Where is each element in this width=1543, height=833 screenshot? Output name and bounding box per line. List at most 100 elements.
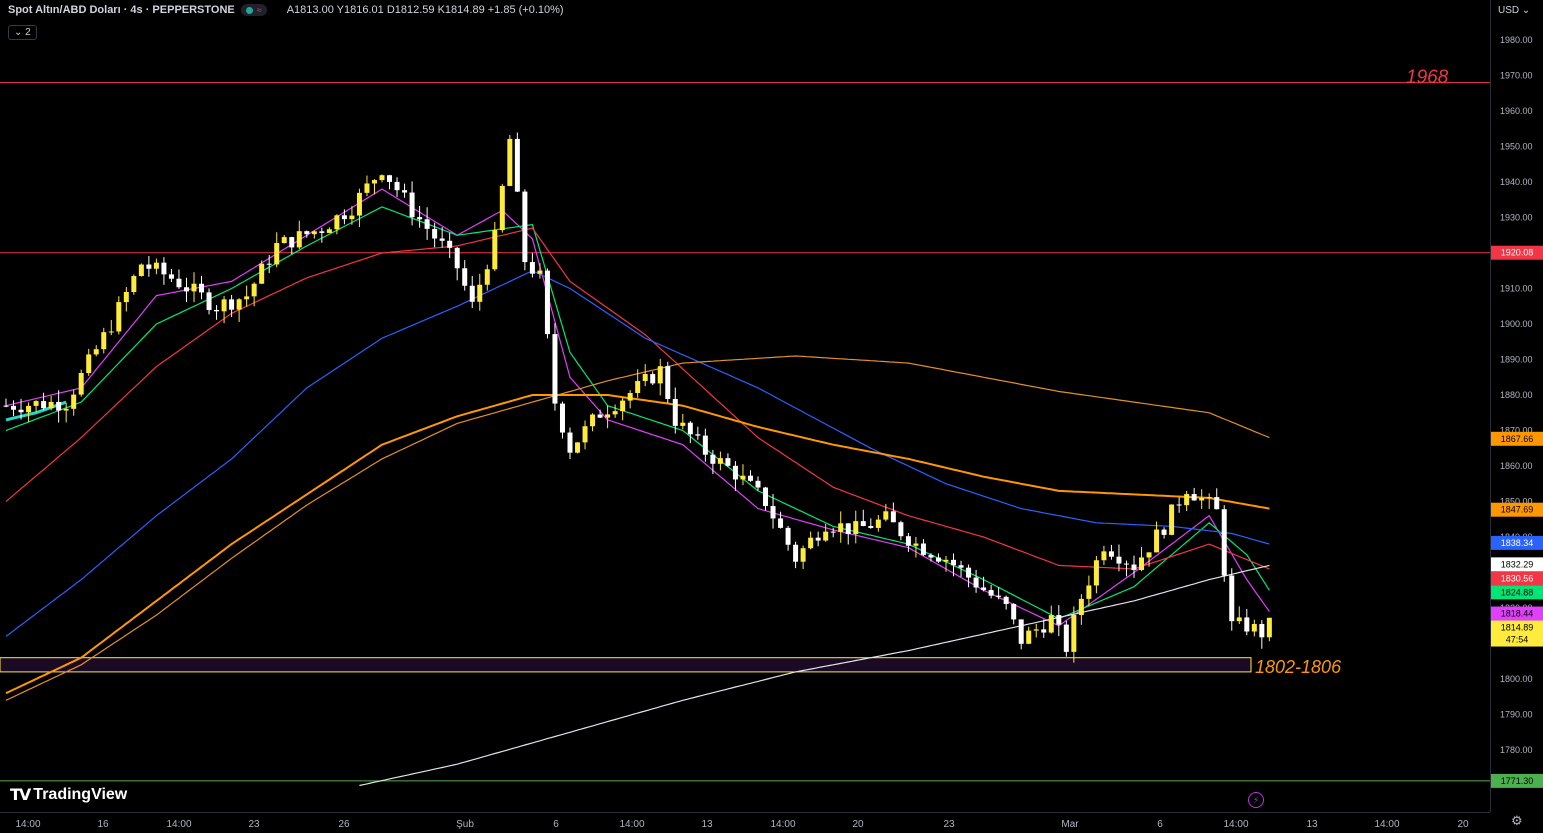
indicator-toggle-button[interactable]: ⌄ 2 bbox=[8, 25, 37, 40]
candle-body bbox=[123, 291, 129, 303]
candle-body bbox=[800, 548, 806, 562]
countdown-label: 47:54 bbox=[1506, 635, 1529, 645]
candle-body bbox=[417, 217, 423, 220]
price-badge-label: 1920.08 bbox=[1501, 248, 1534, 258]
candle-body bbox=[311, 231, 317, 235]
market-open-dot-icon bbox=[245, 6, 253, 14]
settings-gear-icon[interactable]: ⚙ bbox=[1511, 813, 1523, 829]
candle-body bbox=[1259, 624, 1265, 638]
market-status[interactable]: ≈ bbox=[240, 4, 267, 16]
candle-body bbox=[424, 219, 430, 229]
candle-body bbox=[1251, 624, 1257, 632]
candle-body bbox=[1086, 585, 1092, 599]
candle-body bbox=[1063, 624, 1069, 652]
candle-body bbox=[1214, 497, 1220, 510]
candle-body bbox=[529, 262, 535, 274]
time-axis[interactable]: 14:00 16 14:00 23 26 Şub 6 14:00 13 14:00 20 23 Mar 6… bbox=[0, 812, 1490, 833]
candle-body bbox=[845, 523, 851, 535]
candle-body bbox=[567, 432, 573, 453]
lightning-icon[interactable]: ⚡ bbox=[1248, 792, 1264, 808]
candle-body bbox=[1093, 560, 1099, 586]
candle-body bbox=[808, 537, 814, 549]
candle-body bbox=[1101, 551, 1107, 561]
candle-body bbox=[913, 543, 919, 546]
candle-body bbox=[823, 531, 829, 541]
tradingview-logo[interactable]: 𝗧𝗩 TradingView bbox=[10, 785, 127, 805]
tradingview-mark-icon: 𝗧𝗩 bbox=[10, 787, 31, 804]
candle-body bbox=[1206, 497, 1212, 499]
price-axis-ticks: 1780.001790.001800.001810.001820.001830.… bbox=[1500, 35, 1533, 755]
candle-body bbox=[958, 565, 964, 568]
candle-body bbox=[131, 276, 137, 292]
candle-body bbox=[379, 175, 385, 181]
candle-body bbox=[883, 511, 889, 520]
candle-body bbox=[86, 354, 92, 374]
candle-body bbox=[755, 480, 761, 488]
price-badge-label: 1832.29 bbox=[1501, 559, 1534, 569]
candle-body bbox=[725, 458, 731, 466]
candle-body bbox=[868, 525, 874, 528]
price-axis[interactable]: 1780.001790.001800.001810.001820.001830.… bbox=[1490, 0, 1543, 812]
moving-average-line bbox=[5, 188, 1270, 627]
candle-body bbox=[710, 454, 716, 464]
candle-body bbox=[898, 522, 904, 537]
candle-body bbox=[1169, 504, 1175, 535]
candle-body bbox=[409, 192, 415, 218]
candle-body bbox=[627, 393, 633, 401]
moving-average-line bbox=[359, 564, 1270, 787]
symbol-title[interactable]: Spot Altın/ABD Doları · 4s · PEPPERSTONE bbox=[8, 4, 235, 16]
candle-body bbox=[11, 405, 17, 410]
moving-average-line bbox=[5, 206, 1270, 620]
ohlc-values: A1813.00 Y1816.01 D1812.59 K1814.89 +1.8… bbox=[286, 4, 564, 16]
candle-body bbox=[3, 405, 9, 407]
candle-body bbox=[1131, 564, 1137, 571]
candle-body bbox=[740, 475, 746, 480]
candle-body bbox=[1078, 598, 1084, 615]
candle-body bbox=[56, 401, 62, 411]
candle-body bbox=[905, 536, 911, 546]
candle-body bbox=[860, 521, 866, 526]
candle-body bbox=[507, 138, 513, 186]
candle-body bbox=[1056, 615, 1062, 625]
price-tick-label: 1890.00 bbox=[1500, 355, 1533, 365]
candle-body bbox=[544, 270, 550, 335]
candle-body bbox=[612, 411, 618, 415]
candle-body bbox=[966, 567, 972, 578]
price-tick-label: 1800.00 bbox=[1500, 674, 1533, 684]
candle-body bbox=[695, 434, 701, 436]
candle-body bbox=[387, 175, 393, 182]
candle-body bbox=[1199, 498, 1205, 501]
candle-body bbox=[747, 475, 753, 481]
moving-average-line bbox=[5, 355, 1270, 701]
time-tick-label: 14:00 bbox=[15, 819, 40, 830]
candle-body bbox=[793, 544, 799, 562]
candle-body bbox=[206, 292, 212, 310]
candle-body bbox=[319, 231, 325, 233]
price-tick-label: 1790.00 bbox=[1500, 710, 1533, 720]
zone-label: 1802-1806 bbox=[1255, 657, 1342, 677]
candle-body bbox=[1026, 630, 1032, 644]
candle-body bbox=[657, 366, 663, 384]
candle-body bbox=[1116, 556, 1122, 564]
candle-body bbox=[439, 238, 445, 241]
candle-body bbox=[537, 270, 543, 274]
candle-body bbox=[33, 401, 39, 406]
candle-body bbox=[259, 263, 265, 284]
candle-body bbox=[522, 191, 528, 263]
candlesticks bbox=[3, 132, 1272, 663]
candle-body bbox=[402, 190, 408, 193]
candle-body bbox=[650, 374, 656, 384]
candle-body bbox=[1011, 603, 1017, 620]
candle-body bbox=[853, 521, 859, 535]
candle-body bbox=[326, 229, 332, 233]
price-tick-label: 1980.00 bbox=[1500, 35, 1533, 45]
time-axis-ticks: 14:00 16 14:00 23 26 Şub 6 14:00 13 14:00 20 23 Mar 6… bbox=[15, 819, 1469, 830]
price-chart[interactable]: 1968 1802-1806 bbox=[0, 0, 1490, 812]
candle-body bbox=[1139, 557, 1145, 571]
candle-body bbox=[1108, 551, 1114, 557]
time-tick-label: 23 bbox=[943, 819, 955, 830]
currency-selector[interactable]: USD ⌄ bbox=[1498, 5, 1530, 16]
candle-body bbox=[266, 263, 272, 265]
candle-body bbox=[1123, 563, 1129, 565]
candle-body bbox=[356, 192, 362, 216]
